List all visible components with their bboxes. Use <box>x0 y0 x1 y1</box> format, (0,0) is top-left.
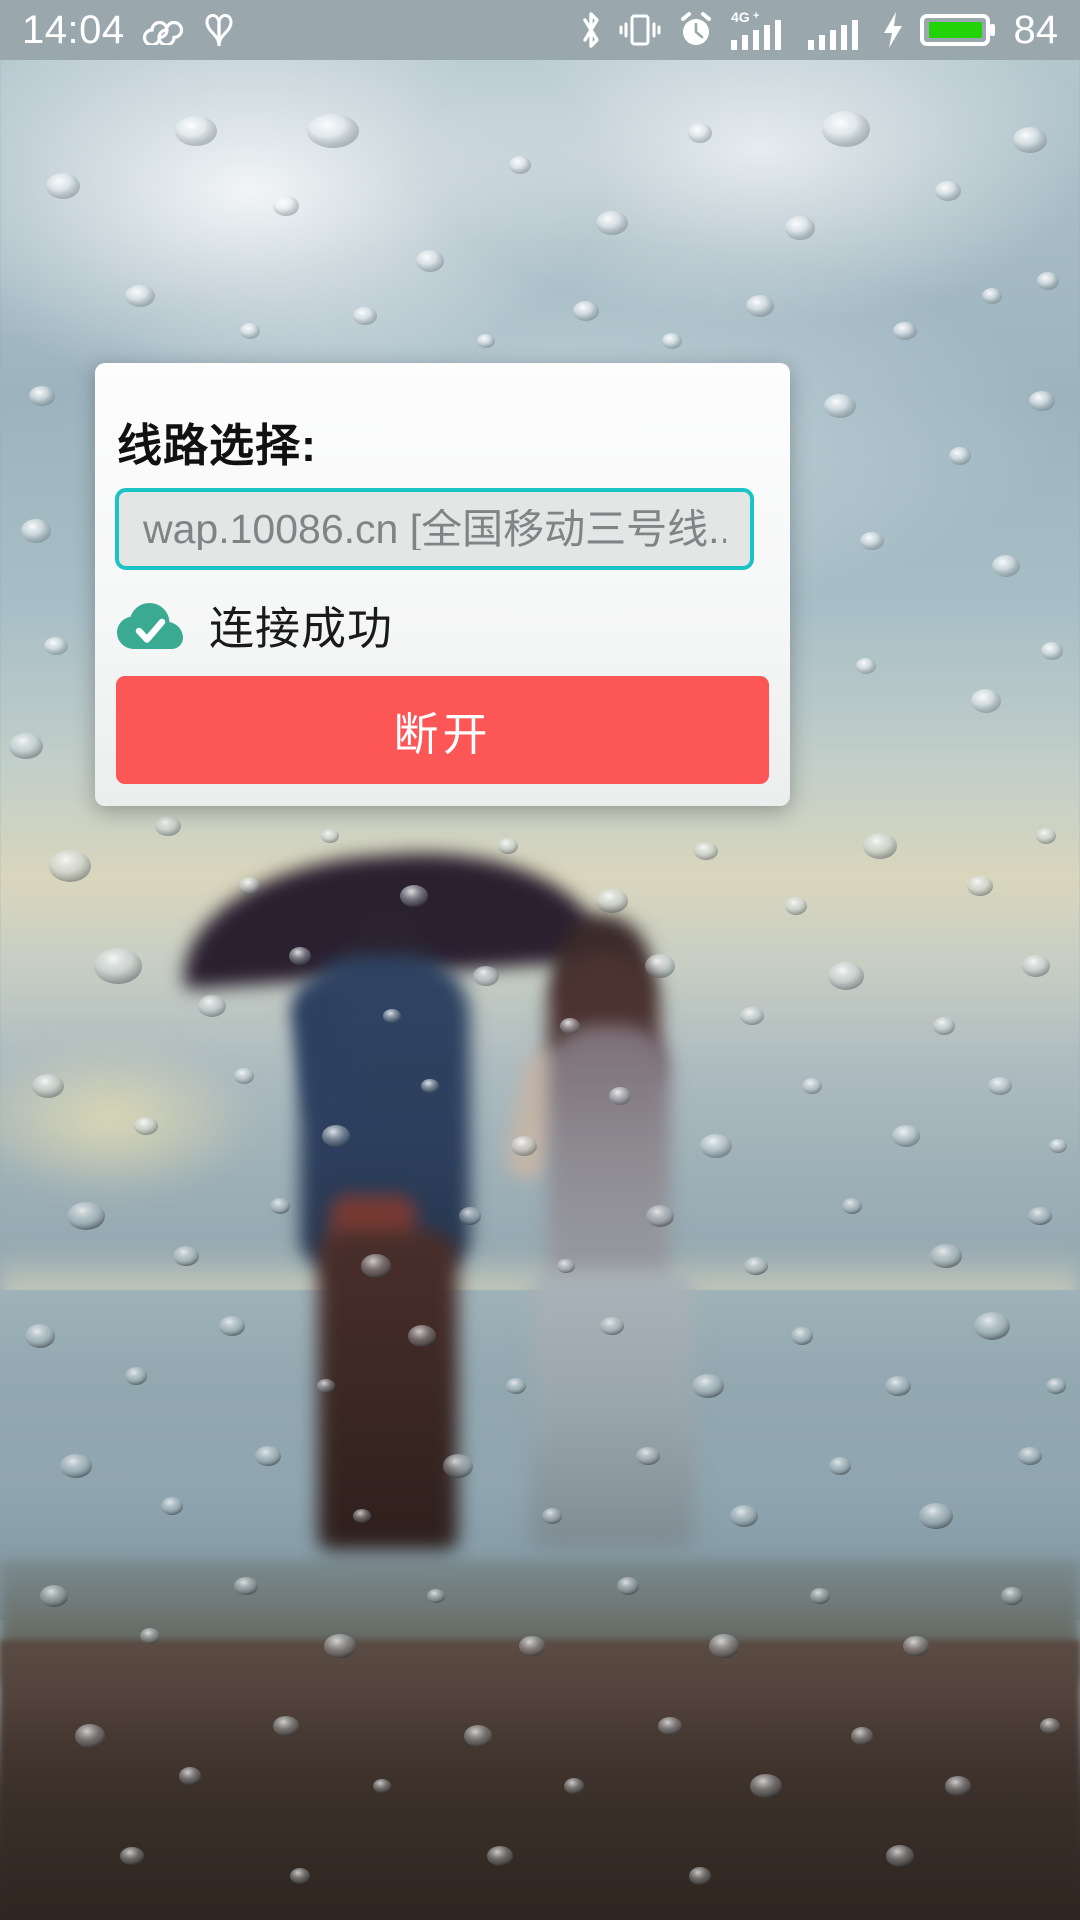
charging-bolt-icon <box>879 9 907 51</box>
connection-status-row: 连接成功 <box>117 595 757 661</box>
battery-icon <box>919 9 996 51</box>
wallpaper-sun-glow <box>0 1040 260 1200</box>
bluetooth-icon <box>578 9 604 51</box>
wallpaper-man-legs <box>318 1230 458 1550</box>
ribbon-icon <box>201 10 237 50</box>
vibrate-icon <box>617 10 663 50</box>
status-bar-right: 4G + 84 <box>578 8 1059 52</box>
alarm-clock-icon <box>676 10 716 50</box>
connection-status-label: 连接成功 <box>209 602 394 654</box>
svg-text:+: + <box>753 10 759 22</box>
route-selection-dialog: 线路选择: wap.10086.cn [全国移动三号线.. 连接成功 断开 <box>95 363 790 806</box>
route-select-value: wap.10086.cn [全国移动三号线.. <box>143 508 726 550</box>
page-title: 线路选择: <box>117 420 317 471</box>
phone-screen: 14:04 4G + 84 线路选择: wap.10086.cn [全国移动三号… <box>0 0 1080 1920</box>
infinity-icon <box>141 15 185 45</box>
disconnect-button[interactable]: 断开 <box>116 676 769 784</box>
status-bar-left: 14:04 <box>22 10 237 50</box>
wallpaper-foreground-shadow <box>0 1700 1080 1920</box>
signal-4gplus-icon: 4G + <box>729 8 793 52</box>
cloud-check-icon <box>117 603 183 653</box>
route-select-dropdown[interactable]: wap.10086.cn [全国移动三号线.. <box>115 488 754 570</box>
svg-text:4G: 4G <box>731 9 750 25</box>
signal-bars-icon <box>806 8 866 52</box>
wallpaper-background <box>0 0 1080 1920</box>
status-bar[interactable]: 14:04 4G + 84 <box>0 0 1080 60</box>
status-clock: 14:04 <box>22 8 125 52</box>
wallpaper-woman-skirt <box>530 1270 695 1550</box>
battery-percent-label: 84 <box>1013 8 1059 52</box>
